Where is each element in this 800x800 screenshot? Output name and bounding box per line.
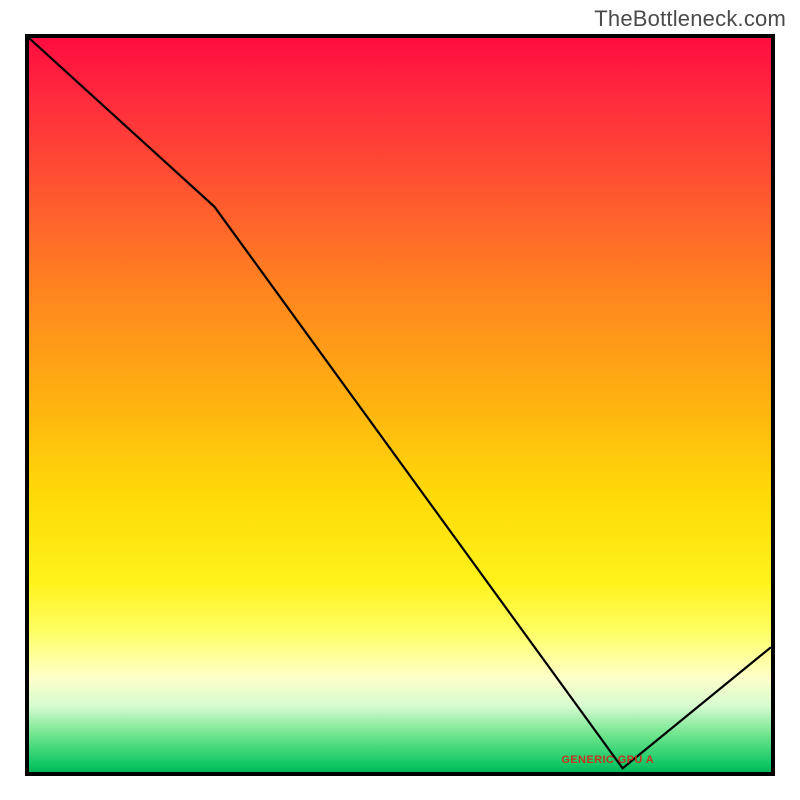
line-series bbox=[29, 38, 771, 772]
bottleneck-curve-path bbox=[29, 38, 771, 768]
optimal-marker-label: GENERIC GPU A bbox=[561, 754, 654, 766]
chart-container: TheBottleneck.com GENERIC GPU A bbox=[0, 0, 800, 800]
attribution-text: TheBottleneck.com bbox=[594, 6, 786, 32]
plot-area: GENERIC GPU A bbox=[25, 34, 775, 776]
